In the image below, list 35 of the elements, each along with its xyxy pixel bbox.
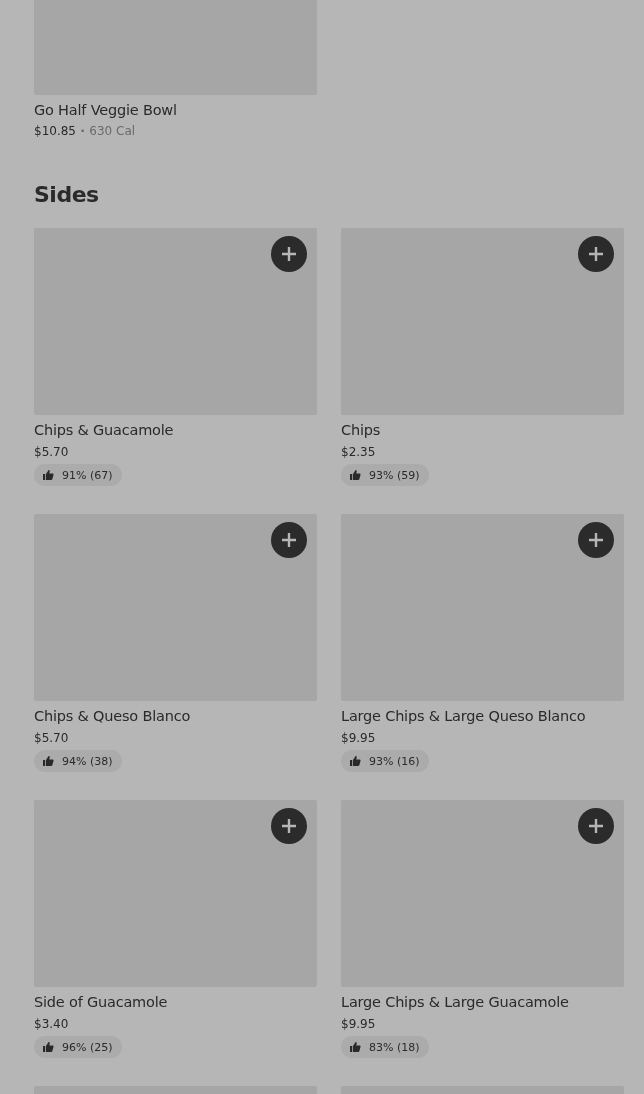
item-price: $5.70 [34, 731, 70, 745]
section-heading: Sides [34, 182, 100, 208]
add-button[interactable] [271, 522, 307, 558]
rating-text: 93% (16) [369, 754, 420, 768]
item-name: Chips & Guacamole [34, 421, 175, 439]
thumbs-up-icon [42, 1041, 54, 1053]
item-price: $10.85 [34, 124, 76, 138]
rating-text: 83% (18) [369, 1040, 420, 1054]
item-price: $2.35 [341, 445, 377, 459]
rating-text: 96% (25) [62, 1040, 113, 1054]
thumbs-up-icon [349, 469, 361, 481]
item-name: Go Half Veggie Bowl [34, 101, 178, 119]
rating-text: 91% (67) [62, 468, 113, 482]
thumbs-up-icon [349, 1041, 361, 1053]
item-price: $9.95 [341, 731, 377, 745]
add-button[interactable] [578, 808, 614, 844]
add-button[interactable] [271, 236, 307, 272]
item-name: Large Chips & Large Queso Blanco [341, 707, 587, 725]
thumbs-up-icon [42, 755, 54, 767]
add-button[interactable] [578, 522, 614, 558]
item-name: Chips & Queso Blanco [34, 707, 192, 725]
add-button[interactable] [578, 236, 614, 272]
thumbs-up-icon [349, 755, 361, 767]
item-price: $5.70 [34, 445, 70, 459]
item-name: Chips [341, 421, 382, 439]
separator-dot: • [80, 126, 86, 136]
item-name: Side of Guacamole [34, 993, 169, 1011]
item-name: Large Chips & Large Guacamole [341, 993, 570, 1011]
item-price: $3.40 [34, 1017, 70, 1031]
add-button[interactable] [271, 808, 307, 844]
rating-text: 93% (59) [369, 468, 420, 482]
item-calories: 630 Cal [89, 124, 136, 138]
item-price: $9.95 [341, 1017, 377, 1031]
thumbs-up-icon [42, 469, 54, 481]
rating-text: 94% (38) [62, 754, 113, 768]
